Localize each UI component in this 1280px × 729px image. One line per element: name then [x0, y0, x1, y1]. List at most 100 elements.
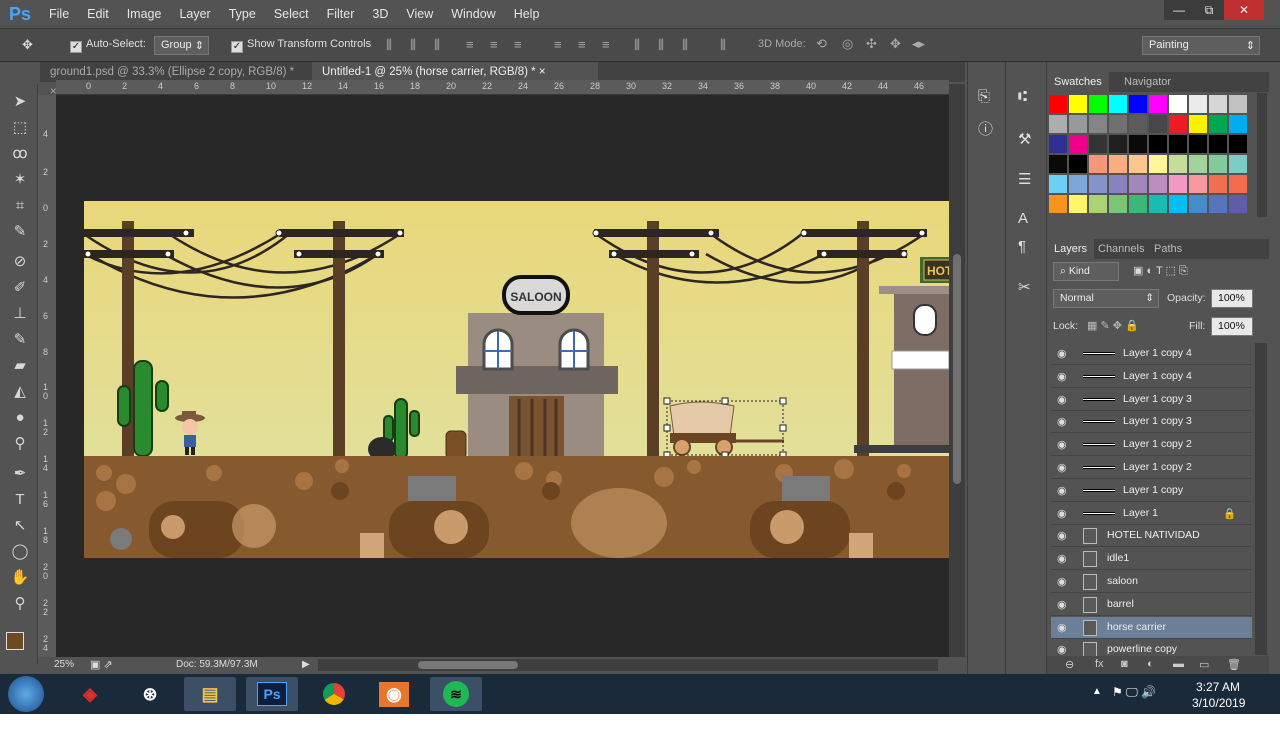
align-top-icon[interactable]: ⫼: [386, 37, 392, 53]
color-swatch[interactable]: [1129, 155, 1147, 173]
color-swatch[interactable]: [1069, 155, 1087, 173]
character-panel-icon[interactable]: A: [1018, 210, 1028, 227]
visibility-eye-icon[interactable]: ◉: [1057, 462, 1070, 474]
color-swatch[interactable]: [1149, 175, 1167, 193]
visibility-eye-icon[interactable]: ◉: [1057, 416, 1070, 428]
crop-tool-icon[interactable]: ⌗: [10, 196, 30, 216]
menu-3d[interactable]: 3D: [363, 0, 397, 28]
layer-row[interactable]: ◉ Layer 1 copy 3: [1051, 388, 1252, 411]
color-swatch[interactable]: [1229, 155, 1247, 173]
fx-icon[interactable]: fx: [1095, 658, 1104, 670]
menu-file[interactable]: File: [40, 0, 78, 28]
menu-help[interactable]: Help: [505, 0, 549, 28]
lasso-tool-icon[interactable]: ꝏ: [10, 144, 30, 164]
new-group-icon[interactable]: ▬: [1173, 658, 1184, 670]
color-swatch[interactable]: [1189, 155, 1207, 173]
visibility-eye-icon[interactable]: ◉: [1057, 508, 1070, 520]
foreground-color-swatch[interactable]: [6, 632, 24, 650]
auto-align-icon[interactable]: ⫼: [720, 37, 726, 53]
visibility-eye-icon[interactable]: ◉: [1057, 348, 1070, 360]
align-vcenter-icon[interactable]: ⫼: [410, 37, 416, 53]
new-layer-icon[interactable]: ▭: [1199, 658, 1209, 671]
layer-row[interactable]: ◉ barrel: [1051, 593, 1252, 616]
3d-drag-icon[interactable]: ✣: [866, 36, 877, 52]
color-swatch[interactable]: [1189, 195, 1207, 213]
pen-tool-icon[interactable]: ✒: [10, 464, 30, 484]
3d-slide-icon[interactable]: ✥: [890, 36, 901, 52]
color-swatch[interactable]: [1109, 195, 1127, 213]
color-swatch[interactable]: [1229, 95, 1247, 113]
color-swatch[interactable]: [1129, 175, 1147, 193]
3d-scale-icon[interactable]: ◂▸: [912, 36, 925, 52]
color-swatch[interactable]: [1169, 135, 1187, 153]
color-swatch[interactable]: [1169, 115, 1187, 133]
adjustment-layer-icon[interactable]: ◐: [1147, 658, 1154, 670]
auto-select-dropdown[interactable]: Group ⇕: [154, 36, 209, 55]
healing-brush-icon[interactable]: ⊘: [10, 252, 30, 272]
horizontal-scrollbar[interactable]: [318, 659, 938, 671]
layer-row[interactable]: ◉ Layer 1 copy 4: [1051, 343, 1252, 365]
type-tool-icon[interactable]: T: [10, 490, 30, 510]
hand-tool-icon[interactable]: ✋: [10, 568, 30, 588]
marquee-tool-icon[interactable]: ⬚: [10, 118, 30, 138]
color-swatch[interactable]: [1089, 175, 1107, 193]
blend-mode-dropdown[interactable]: Normal ⇕: [1053, 289, 1159, 308]
layer-row[interactable]: ◉ Layer 1 🔒: [1051, 502, 1252, 525]
color-swatch[interactable]: [1149, 135, 1167, 153]
blur-tool-icon[interactable]: ●: [10, 408, 30, 428]
color-swatch[interactable]: [1229, 175, 1247, 193]
menu-image[interactable]: Image: [118, 0, 171, 28]
fill-field[interactable]: 100%: [1211, 317, 1253, 336]
steam-icon[interactable]: ⊛: [124, 677, 176, 711]
layer-row[interactable]: ◉ saloon: [1051, 571, 1252, 593]
distribute-hcenter-icon[interactable]: ⫼: [658, 37, 664, 53]
color-swatch[interactable]: [1109, 115, 1127, 133]
color-swatch[interactable]: [1169, 195, 1187, 213]
color-swatch[interactable]: [1049, 115, 1067, 133]
info-panel-icon[interactable]: ⓘ: [978, 118, 993, 139]
history-brush-icon[interactable]: ✎: [10, 330, 30, 350]
distribute-vcenter-icon[interactable]: ≡: [578, 37, 586, 52]
chrome-icon[interactable]: [308, 677, 360, 711]
menu-filter[interactable]: Filter: [318, 0, 364, 28]
file-explorer-icon[interactable]: ▤: [184, 677, 236, 711]
path-select-icon[interactable]: ↖: [10, 516, 30, 536]
tab-untitled-1[interactable]: Untitled-1 @ 25% (horse carrier, RGB/8) …: [312, 62, 598, 82]
color-swatch[interactable]: [1089, 195, 1107, 213]
visibility-eye-icon[interactable]: ◉: [1057, 622, 1070, 634]
distribute-top-icon[interactable]: ≡: [554, 37, 562, 52]
layer-row[interactable]: ◉ horse carrier: [1051, 616, 1252, 639]
add-mask-icon[interactable]: ◙: [1121, 658, 1128, 670]
align-left-icon[interactable]: ≡: [466, 37, 474, 52]
tab-channels[interactable]: Channels: [1091, 239, 1151, 259]
visibility-eye-icon[interactable]: ◉: [1057, 394, 1070, 406]
auto-select-checkbox[interactable]: ✓ Auto-Select:: [70, 38, 146, 53]
color-swatch[interactable]: [1229, 115, 1247, 133]
color-swatch[interactable]: [1189, 115, 1207, 133]
zoom-tool-icon[interactable]: ⚲: [10, 594, 30, 614]
document-canvas[interactable]: SALOON HOT: [84, 201, 949, 558]
delete-layer-icon[interactable]: 🗑: [1227, 658, 1241, 671]
restore-button[interactable]: ⧉: [1194, 0, 1224, 20]
visibility-eye-icon[interactable]: ◉: [1057, 439, 1070, 451]
color-swatch[interactable]: [1109, 155, 1127, 173]
align-hcenter-icon[interactable]: ≡: [490, 37, 498, 52]
brush-tool-icon[interactable]: ✐: [10, 278, 30, 298]
color-swatch[interactable]: [1149, 195, 1167, 213]
menu-type[interactable]: Type: [220, 0, 265, 28]
color-swatch[interactable]: [1049, 195, 1067, 213]
swatch-grid[interactable]: [1047, 93, 1257, 217]
color-swatch[interactable]: [1209, 95, 1227, 113]
tool-presets-icon[interactable]: ☰: [1018, 170, 1031, 188]
clock-date[interactable]: 3/10/2019: [1192, 696, 1245, 710]
color-swatch[interactable]: [1049, 95, 1067, 113]
eyedropper-icon[interactable]: ✎: [10, 222, 30, 242]
filter-icons[interactable]: ▣ ◐ T ⬚ ⎘: [1133, 264, 1188, 278]
3d-roll-icon[interactable]: ◎: [842, 36, 853, 52]
layer-row[interactable]: ◉ Layer 1 copy 2: [1051, 457, 1252, 479]
paragraph-panel-icon[interactable]: ¶: [1018, 238, 1026, 255]
color-swatch[interactable]: [1169, 155, 1187, 173]
layer-row[interactable]: ◉ HOTEL NATIVIDAD: [1051, 525, 1252, 548]
color-swatch[interactable]: [1049, 155, 1067, 173]
color-swatch[interactable]: [1129, 95, 1147, 113]
